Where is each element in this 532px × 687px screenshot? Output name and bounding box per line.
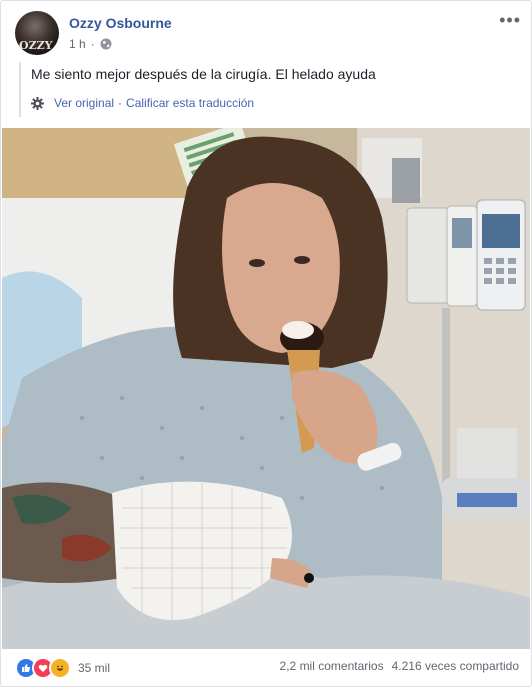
more-horizontal-icon: •••	[499, 10, 521, 30]
gear-icon[interactable]	[31, 96, 44, 110]
comments-count[interactable]: 2,2 mil comentarios	[280, 659, 384, 673]
facebook-post: OZZY Ozzy Osbourne 1 h · ••• Me siento m…	[0, 0, 532, 687]
haha-icon	[49, 657, 71, 679]
author-name[interactable]: Ozzy Osbourne	[69, 15, 172, 31]
view-original-link[interactable]: Ver original	[54, 96, 114, 110]
more-options-button[interactable]: •••	[499, 10, 521, 30]
shares-count[interactable]: 4.216 veces compartido	[392, 659, 519, 673]
reactions[interactable]: 35 mil	[15, 657, 110, 679]
globe-icon[interactable]	[100, 38, 112, 50]
post-photo[interactable]	[2, 128, 530, 649]
post-stats: 2,2 mil comentarios 4.216 veces comparti…	[280, 659, 519, 673]
post-header: OZZY Ozzy Osbourne 1 h · •••	[15, 11, 521, 59]
reaction-count[interactable]: 35 mil	[78, 661, 110, 675]
timestamp[interactable]: 1 h	[69, 37, 86, 51]
rate-translation-link[interactable]: Calificar esta traducción	[126, 96, 254, 110]
translation-actions: Ver original · Calificar esta traducción	[31, 96, 254, 110]
avatar-logo: OZZY	[19, 39, 53, 52]
action-separator: ·	[118, 96, 123, 110]
post-footer: 35 mil 2,2 mil comentarios 4.216 veces c…	[15, 655, 519, 679]
post-text: Me siento mejor después de la cirugía. E…	[31, 66, 376, 82]
post-meta: 1 h ·	[69, 37, 112, 51]
meta-separator: ·	[90, 37, 95, 51]
translation-block: Me siento mejor después de la cirugía. E…	[19, 62, 517, 117]
avatar[interactable]: OZZY	[15, 11, 59, 55]
